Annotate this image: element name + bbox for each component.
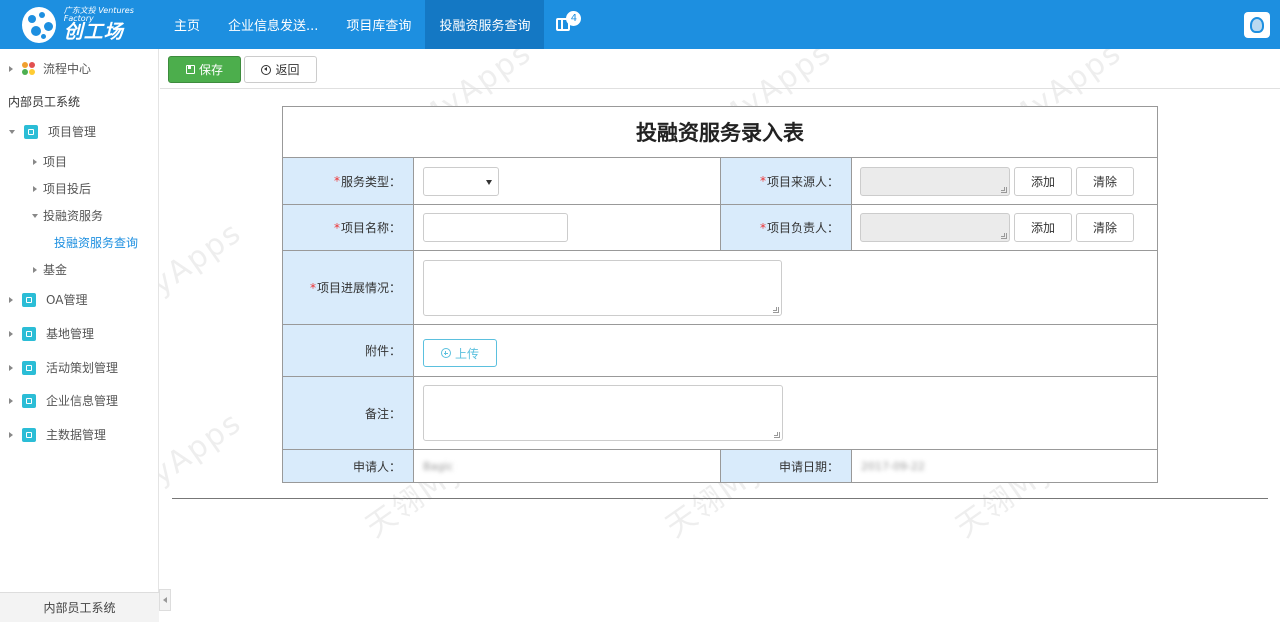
content-divider (172, 498, 1268, 499)
applicant-label: 申请人： (283, 450, 414, 482)
logo-mark-icon (22, 6, 56, 43)
caret-down-icon (9, 129, 15, 134)
attachment-label: 附件： (283, 325, 414, 377)
module-icon (24, 124, 38, 139)
add-source-person-button[interactable]: 添加 (1014, 167, 1072, 196)
sidebar-item-enterprise[interactable]: 企业信息管理 (9, 392, 118, 409)
apply-date-label: 申请日期： (721, 450, 852, 482)
service-type-select[interactable] (423, 167, 499, 196)
logo-title: 创工场 (63, 21, 124, 43)
clear-project-owner-button[interactable]: 清除 (1076, 213, 1134, 242)
service-type-label: * 服务类型： (283, 158, 414, 205)
user-icon (1250, 17, 1264, 33)
upload-button[interactable]: 上传 (423, 339, 497, 367)
top-nav-bar: 广东文投 Ventures Factory 创工场 主页 企业信息发送... 项… (0, 0, 1280, 49)
sidebar-item-master-data[interactable]: 主数据管理 (9, 426, 106, 443)
apply-date-value: 2017-09-22 (861, 459, 925, 473)
caret-right-icon (33, 185, 37, 192)
sidebar-item-financing-service[interactable]: 投融资服务 (32, 207, 103, 224)
sidebar-item-financing-query[interactable]: 投融资服务查询 (54, 234, 138, 251)
caret-right-icon (9, 364, 13, 371)
sidebar-item-label: 活动策划管理 (46, 361, 119, 375)
logo[interactable]: 广东文投 Ventures Factory 创工场 (0, 0, 160, 49)
sidebar-item-oa[interactable]: OA管理 (9, 291, 87, 308)
sidebar-item-flow-center[interactable]: 流程中心 (9, 60, 91, 77)
back-button[interactable]: 返回 (244, 56, 317, 83)
flower-icon (22, 61, 36, 76)
nav-project-library[interactable]: 项目库查询 (332, 0, 425, 49)
project-name-label: * 项目名称： (283, 205, 414, 251)
main-nav: 主页 企业信息发送... 项目库查询 投融资服务查询 4 (160, 0, 582, 49)
nav-financing-query[interactable]: 投融资服务查询 (425, 0, 545, 49)
toolbar: 保存 返回 (160, 49, 1280, 89)
clear-source-person-button[interactable]: 清除 (1076, 167, 1134, 196)
project-owner-field[interactable] (860, 213, 1010, 242)
back-icon (261, 64, 272, 75)
plus-circle-icon (440, 348, 451, 358)
sidebar-item-base[interactable]: 基地管理 (9, 325, 94, 342)
messages-button[interactable]: 4 (544, 0, 582, 49)
project-progress-label: * 项目进展情况： (283, 251, 414, 325)
sidebar-item-label: 基地管理 (46, 327, 95, 341)
module-icon (22, 326, 36, 341)
sidebar-item-label: 项目投后 (43, 182, 92, 196)
project-name-input[interactable] (423, 213, 568, 242)
module-icon (22, 360, 36, 375)
remark-label: 备注： (283, 377, 414, 450)
caret-right-icon (9, 330, 13, 337)
sidebar-item-label: 基金 (43, 263, 68, 277)
sidebar-item-label: OA管理 (46, 293, 88, 307)
caret-right-icon (33, 158, 37, 165)
caret-right-icon (9, 65, 13, 72)
sidebar-item-label: 流程中心 (43, 62, 92, 76)
project-progress-textarea[interactable] (423, 260, 782, 316)
sidebar-item-label: 主数据管理 (46, 428, 107, 442)
sidebar-item-post-investment[interactable]: 项目投后 (33, 180, 91, 197)
sidebar-section-title: 内部员工系统 (8, 95, 81, 109)
floppy-icon (185, 65, 195, 74)
financing-service-form: 投融资服务录入表 * 服务类型： * 项目来源人： 添加 清除 * 项目名称： * 项目… (282, 106, 1158, 483)
save-button[interactable]: 保存 (168, 56, 241, 83)
caret-right-icon (9, 397, 13, 404)
sidebar-item-fund[interactable]: 基金 (33, 261, 67, 278)
source-person-field[interactable] (860, 167, 1010, 196)
module-icon (22, 393, 36, 408)
caret-right-icon (9, 431, 13, 438)
sidebar: 流程中心 内部员工系统 项目管理 项目 项目投后 投融资服务 投融资服务查询 基… (0, 49, 159, 622)
module-icon (22, 427, 36, 442)
sidebar-item-label: 投融资服务 (43, 209, 104, 223)
add-project-owner-button[interactable]: 添加 (1014, 213, 1072, 242)
source-person-label: * 项目来源人： (721, 158, 852, 205)
caret-right-icon (9, 296, 13, 303)
sidebar-item-project[interactable]: 项目 (33, 153, 67, 170)
chevron-left-icon (163, 597, 167, 603)
sidebar-item-project-mgmt[interactable]: 项目管理 (9, 123, 96, 140)
sidebar-footer[interactable]: 内部员工系统 (0, 592, 159, 622)
sidebar-collapse-button[interactable] (159, 589, 171, 611)
applicant-value: Bagic (423, 459, 454, 473)
form-title: 投融资服务录入表 (283, 107, 1157, 158)
caret-right-icon (33, 266, 37, 273)
message-count-badge: 4 (566, 11, 582, 26)
project-owner-label: * 项目负责人： (721, 205, 852, 251)
nav-enterprise-info[interactable]: 企业信息发送... (214, 0, 332, 49)
nav-home[interactable]: 主页 (160, 0, 214, 49)
sidebar-item-activity[interactable]: 活动策划管理 (9, 359, 118, 376)
module-icon (22, 292, 36, 307)
sidebar-item-label: 项目 (43, 155, 68, 169)
caret-down-icon (32, 213, 38, 218)
remark-textarea[interactable] (423, 385, 783, 441)
sidebar-item-label: 项目管理 (48, 125, 97, 139)
sidebar-item-label: 企业信息管理 (46, 394, 119, 408)
user-avatar[interactable] (1244, 12, 1270, 38)
